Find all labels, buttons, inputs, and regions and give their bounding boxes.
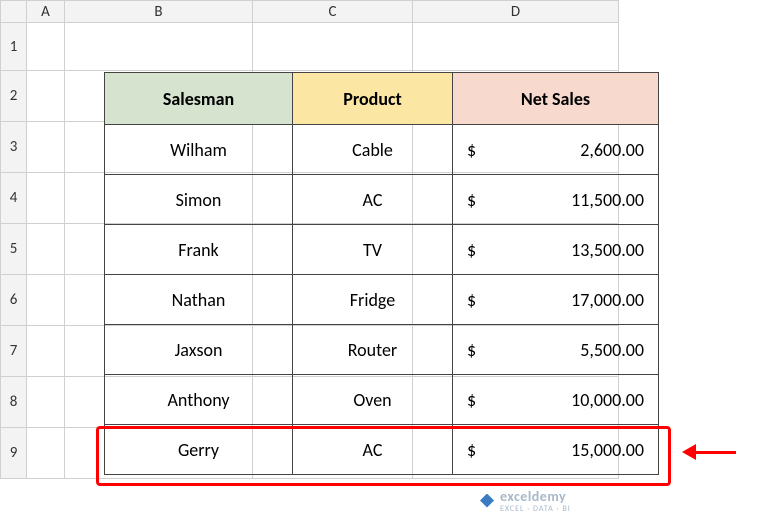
cell-product[interactable]: Router: [293, 325, 453, 375]
amount-value: 17,000.00: [571, 289, 644, 311]
header-netsales[interactable]: Net Sales: [453, 73, 659, 125]
cell-salesman[interactable]: Gerry: [105, 425, 293, 475]
col-header-B[interactable]: B: [65, 1, 253, 23]
table-row: Frank TV $13,500.00: [105, 225, 659, 275]
cell-netsales[interactable]: $5,500.00: [453, 325, 659, 375]
cell[interactable]: [27, 224, 65, 275]
cell-salesman[interactable]: Frank: [105, 225, 293, 275]
cell[interactable]: [413, 23, 619, 71]
row-header-2[interactable]: 2: [1, 71, 27, 122]
arrow-left-icon: [682, 444, 696, 460]
row-header-6[interactable]: 6: [1, 275, 27, 326]
cell-product[interactable]: Oven: [293, 375, 453, 425]
watermark-tag: EXCEL · DATA · BI: [500, 505, 571, 513]
amount-value: 10,000.00: [571, 389, 644, 411]
cell-salesman[interactable]: Anthony: [105, 375, 293, 425]
cell-product[interactable]: Fridge: [293, 275, 453, 325]
cell[interactable]: [27, 377, 65, 428]
cell-netsales[interactable]: $17,000.00: [453, 275, 659, 325]
table-row: Jaxson Router $5,500.00: [105, 325, 659, 375]
table-row: Simon AC $11,500.00: [105, 175, 659, 225]
diamond-icon: [480, 494, 494, 508]
row-header-1[interactable]: 1: [1, 23, 27, 71]
arrow-annotation: [682, 444, 736, 460]
cell[interactable]: [65, 23, 253, 71]
currency-symbol: $: [467, 439, 476, 461]
currency-symbol: $: [467, 189, 476, 211]
currency-symbol: $: [467, 339, 476, 361]
amount-value: 11,500.00: [571, 189, 644, 211]
cell-salesman[interactable]: Wilham: [105, 125, 293, 175]
row-header-4[interactable]: 4: [1, 173, 27, 224]
cell-product[interactable]: AC: [293, 425, 453, 475]
table-row: Anthony Oven $10,000.00: [105, 375, 659, 425]
row-header-8[interactable]: 8: [1, 377, 27, 428]
cell[interactable]: [27, 275, 65, 326]
currency-symbol: $: [467, 139, 476, 161]
currency-symbol: $: [467, 239, 476, 261]
col-header-C[interactable]: C: [253, 1, 413, 23]
table-row: Wilham Cable $2,600.00: [105, 125, 659, 175]
col-header-D[interactable]: D: [413, 1, 619, 23]
header-salesman[interactable]: Salesman: [105, 73, 293, 125]
cell[interactable]: [27, 428, 65, 479]
row-header-3[interactable]: 3: [1, 122, 27, 173]
cell-salesman[interactable]: Simon: [105, 175, 293, 225]
cell-netsales[interactable]: $11,500.00: [453, 175, 659, 225]
row-header-9[interactable]: 9: [1, 428, 27, 479]
row-header-7[interactable]: 7: [1, 326, 27, 377]
cell-product[interactable]: Cable: [293, 125, 453, 175]
cell-salesman[interactable]: Jaxson: [105, 325, 293, 375]
currency-symbol: $: [467, 289, 476, 311]
cell-netsales[interactable]: $2,600.00: [453, 125, 659, 175]
data-table: Salesman Product Net Sales Wilham Cable …: [104, 72, 659, 475]
cell-product[interactable]: AC: [293, 175, 453, 225]
watermark-brand: exceldemy: [500, 488, 566, 505]
cell-product[interactable]: TV: [293, 225, 453, 275]
cell[interactable]: [27, 23, 65, 71]
cell[interactable]: [27, 173, 65, 224]
watermark: exceldemy EXCEL · DATA · BI: [480, 488, 571, 513]
table-header-row: Salesman Product Net Sales: [105, 73, 659, 125]
amount-value: 2,600.00: [580, 139, 644, 161]
cell[interactable]: [27, 122, 65, 173]
cell[interactable]: [27, 71, 65, 122]
col-header-A[interactable]: A: [27, 1, 65, 23]
cell-netsales[interactable]: $10,000.00: [453, 375, 659, 425]
currency-symbol: $: [467, 389, 476, 411]
cell-salesman[interactable]: Nathan: [105, 275, 293, 325]
cell[interactable]: [253, 23, 413, 71]
cell[interactable]: [27, 326, 65, 377]
table-row: Nathan Fridge $17,000.00: [105, 275, 659, 325]
cell-netsales[interactable]: $15,000.00: [453, 425, 659, 475]
amount-value: 13,500.00: [571, 239, 644, 261]
arrow-shaft: [696, 451, 736, 454]
cell-netsales[interactable]: $13,500.00: [453, 225, 659, 275]
select-all-corner[interactable]: [1, 1, 27, 23]
amount-value: 15,000.00: [571, 439, 644, 461]
row-header-5[interactable]: 5: [1, 224, 27, 275]
header-product[interactable]: Product: [293, 73, 453, 125]
amount-value: 5,500.00: [580, 339, 644, 361]
table-row-highlighted: Gerry AC $15,000.00: [105, 425, 659, 475]
